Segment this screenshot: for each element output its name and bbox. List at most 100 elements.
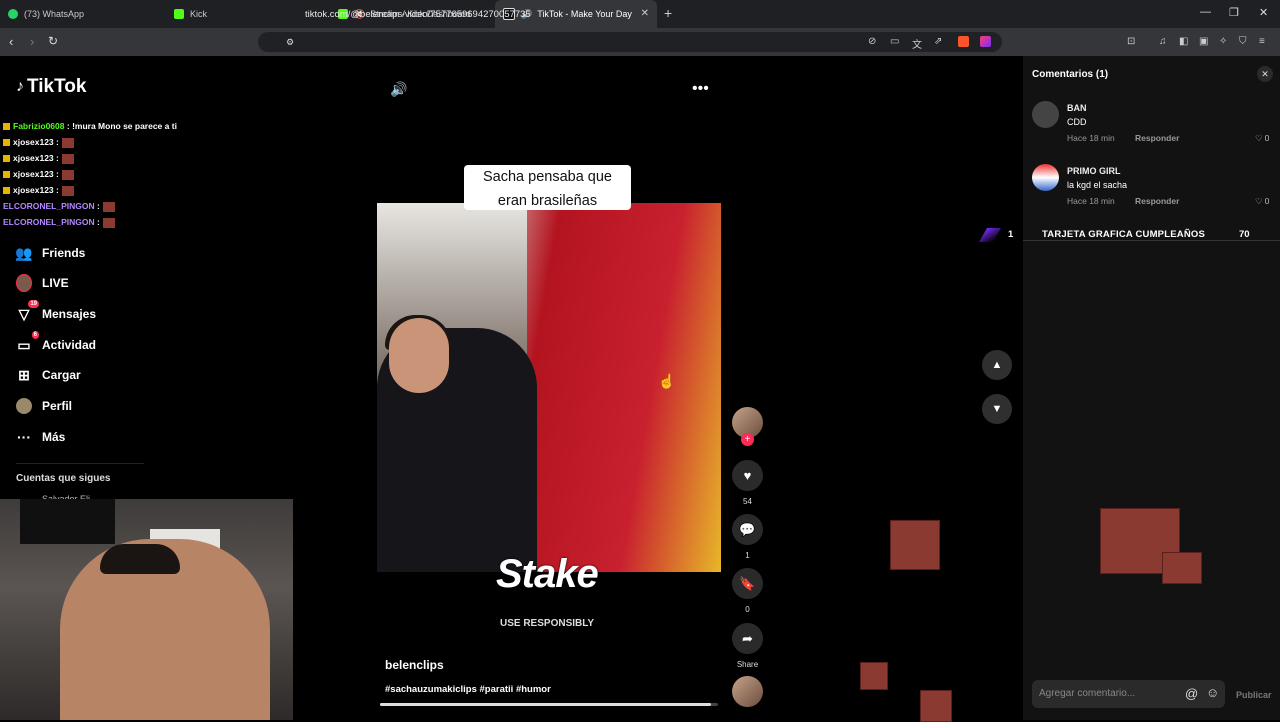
forward-button[interactable]: › bbox=[30, 34, 34, 49]
comment-like[interactable]: ♡ 0 bbox=[1255, 133, 1269, 144]
more-options-icon[interactable]: ••• bbox=[692, 80, 709, 98]
menu-icon[interactable]: ≡ bbox=[1259, 36, 1265, 47]
comment-user[interactable]: BAN bbox=[1067, 103, 1087, 113]
reply-button[interactable]: Responder bbox=[1135, 133, 1179, 143]
floating-emote bbox=[1162, 552, 1202, 584]
chat-message: ELCORONEL_PINGON : bbox=[3, 201, 115, 212]
floating-emote bbox=[920, 690, 952, 722]
previous-video-button[interactable]: ▲ bbox=[982, 350, 1012, 380]
share-arrow-icon: ➦ bbox=[742, 630, 753, 646]
close-tab-icon[interactable]: ✕ bbox=[641, 8, 649, 19]
sponsor-logo: Stake bbox=[496, 552, 599, 596]
comment-button[interactable]: 💬 bbox=[732, 514, 763, 545]
wallet-icon[interactable]: ▣ bbox=[1199, 36, 1208, 47]
tab-title: Kick bbox=[190, 9, 208, 19]
save-count: 0 bbox=[745, 605, 750, 614]
video-hashtags[interactable]: #sachauzumakiclips #paratii #humor bbox=[385, 684, 551, 695]
nav-label: Más bbox=[42, 430, 66, 444]
floating-emote bbox=[890, 520, 940, 570]
url-text[interactable]: tiktok.com/@belenclips/video/75776596942… bbox=[305, 9, 531, 20]
nav-mensajes[interactable]: ▽ 19 Mensajes bbox=[16, 300, 96, 322]
nav-label: Cargar bbox=[42, 368, 81, 382]
more-icon: ··· bbox=[17, 429, 31, 445]
tiktok-note-icon: ♪ bbox=[16, 78, 24, 95]
video-progress-bar[interactable] bbox=[380, 703, 718, 706]
comment-avatar[interactable] bbox=[1032, 164, 1059, 191]
new-tab-button[interactable]: + bbox=[664, 5, 672, 21]
volume-icon[interactable]: 🔊 bbox=[390, 81, 407, 98]
reply-button[interactable]: Responder bbox=[1135, 196, 1179, 206]
site-info-icon[interactable]: ⚙ bbox=[286, 37, 294, 48]
nav-friends[interactable]: 👥 Friends bbox=[15, 244, 86, 261]
chat-user: xjosex123 bbox=[13, 153, 54, 163]
close-comments-button[interactable]: ✕ bbox=[1257, 66, 1273, 82]
comment-user[interactable]: PRIMO GIRL bbox=[1067, 166, 1121, 176]
media-icon[interactable]: ♫ bbox=[1159, 36, 1167, 47]
tab-title: TikTok - Make Your Day bbox=[537, 9, 632, 19]
comments-panel bbox=[1023, 56, 1280, 720]
caption-line: eran brasileñas bbox=[497, 193, 598, 209]
heart-outline-icon: ♡ bbox=[1255, 196, 1263, 206]
bookmark-icon: 🔖 bbox=[739, 575, 756, 591]
chat-user: xjosex123 bbox=[13, 169, 54, 179]
emote-icon bbox=[61, 169, 74, 180]
stream-goal-count: 70 bbox=[1239, 229, 1250, 240]
reload-button[interactable]: ↻ bbox=[48, 34, 58, 48]
nav-label: Friends bbox=[42, 246, 86, 260]
maximize-button[interactable]: ❐ bbox=[1229, 6, 1239, 19]
share-icon[interactable]: ⇗ bbox=[934, 36, 942, 47]
whatsapp-icon bbox=[8, 9, 18, 19]
chat-message: xjosex123 : bbox=[3, 137, 74, 148]
badge-icon bbox=[3, 187, 10, 195]
emote-icon bbox=[102, 217, 115, 228]
like-button[interactable]: ♥ bbox=[732, 460, 763, 491]
chat-text: : bbox=[56, 169, 59, 179]
nav-actividad[interactable]: ▭ 6 Actividad bbox=[16, 331, 97, 353]
next-video-button[interactable]: ▼ bbox=[982, 394, 1012, 424]
comment-like[interactable]: ♡ 0 bbox=[1255, 196, 1269, 207]
overlay-counter: 1 bbox=[1008, 229, 1014, 240]
chat-user: ELCORONEL_PINGON bbox=[3, 217, 95, 227]
minimize-button[interactable]: — bbox=[1200, 6, 1211, 18]
nav-mas[interactable]: ··· Más bbox=[16, 429, 65, 445]
rewards-icon[interactable] bbox=[980, 36, 991, 47]
chat-message: xjosex123 : bbox=[3, 153, 74, 164]
follow-plus-icon[interactable]: + bbox=[741, 433, 754, 446]
comment-text: CDD bbox=[1067, 117, 1087, 127]
save-button[interactable]: 🔖 bbox=[732, 568, 763, 599]
emote-icon bbox=[61, 185, 74, 196]
video-author[interactable]: belenclips bbox=[385, 658, 444, 672]
comment-avatar[interactable] bbox=[1032, 101, 1059, 128]
translate-icon[interactable]: 文 bbox=[912, 36, 922, 51]
nav-perfil[interactable]: Perfil bbox=[16, 398, 72, 414]
mention-icon[interactable]: @ bbox=[1185, 686, 1198, 701]
tiktok-logo[interactable]: ♪ TikTok bbox=[16, 76, 86, 98]
share-button[interactable]: ➦ bbox=[732, 623, 763, 654]
nav-label: Actividad bbox=[42, 338, 97, 352]
vpn-icon[interactable]: ⛉ bbox=[1239, 36, 1247, 47]
close-window-button[interactable]: ✕ bbox=[1259, 6, 1268, 19]
floating-emote bbox=[860, 662, 888, 690]
video-frame bbox=[389, 318, 449, 393]
back-button[interactable]: ‹ bbox=[9, 34, 13, 49]
nav-label: LIVE bbox=[42, 276, 69, 290]
emoji-icon[interactable]: ☺ bbox=[1206, 685, 1219, 700]
chat-user: ELCORONEL_PINGON bbox=[3, 201, 95, 211]
sidebar-icon[interactable]: ◧ bbox=[1179, 36, 1188, 47]
nav-cargar[interactable]: ⊞ Cargar bbox=[16, 367, 81, 383]
friends-icon: 👥 bbox=[15, 244, 33, 261]
publish-button[interactable]: Publicar bbox=[1236, 690, 1272, 700]
ai-icon[interactable]: ✧ bbox=[1219, 36, 1227, 47]
heart-icon: ♥ bbox=[743, 468, 752, 483]
tab-whatsapp[interactable]: (73) WhatsApp bbox=[8, 0, 168, 28]
tab-search-icon[interactable]: ⊡ bbox=[1127, 36, 1135, 47]
webcam-background bbox=[20, 499, 115, 544]
chat-text: : bbox=[97, 217, 100, 227]
nav-live[interactable]: LIVE bbox=[16, 274, 69, 292]
brave-shield-icon[interactable] bbox=[958, 36, 969, 47]
mute-site-icon[interactable]: ⊘ bbox=[868, 36, 876, 47]
sound-avatar[interactable] bbox=[732, 676, 763, 707]
chat-message: ELCORONEL_PINGON : bbox=[3, 217, 115, 228]
badge-icon bbox=[3, 123, 10, 131]
pip-icon[interactable]: ▭ bbox=[890, 36, 899, 47]
